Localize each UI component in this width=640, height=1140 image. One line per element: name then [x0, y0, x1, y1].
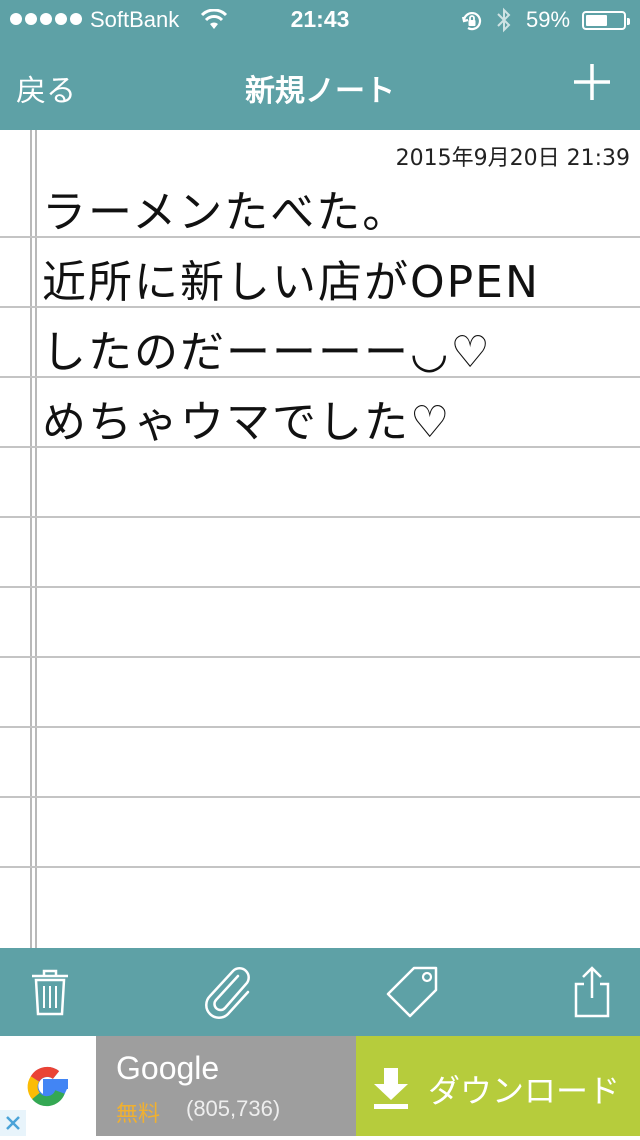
- ruled-line: [0, 516, 640, 518]
- ad-banner[interactable]: Google 無料 (805,736) ダウンロード: [0, 1036, 640, 1136]
- ruled-line: [0, 866, 640, 868]
- ad-review-count: (805,736): [186, 1096, 281, 1121]
- ad-logo[interactable]: [0, 1036, 96, 1136]
- ad-close-button[interactable]: [0, 1110, 26, 1136]
- ruled-line: [0, 586, 640, 588]
- share-icon[interactable]: [564, 964, 620, 1020]
- margin-line: [35, 130, 37, 948]
- note-line: したのだーーーー◡♡: [42, 327, 492, 378]
- note-line: 近所に新しい店がOPEN: [42, 257, 540, 308]
- note-line: ラーメンたべた。: [42, 187, 409, 238]
- trash-icon[interactable]: [22, 964, 78, 1020]
- close-icon: [6, 1116, 20, 1130]
- battery-percent: 59%: [526, 7, 571, 32]
- ruled-line: [0, 726, 640, 728]
- ruled-line: [0, 796, 640, 798]
- ad-price: 無料: [116, 1102, 161, 1127]
- ruled-line: [0, 656, 640, 658]
- tag-icon[interactable]: [384, 964, 440, 1020]
- plus-icon[interactable]: [570, 60, 614, 104]
- paperclip-icon[interactable]: [200, 964, 256, 1020]
- download-icon: [374, 1068, 408, 1109]
- ad-download-label: ダウンロード: [428, 1072, 621, 1110]
- ad-download-button[interactable]: ダウンロード: [356, 1036, 640, 1136]
- page-title: 新規ノート: [245, 74, 395, 109]
- bottom-toolbar: [0, 948, 640, 1036]
- battery-icon: [582, 11, 630, 30]
- rotation-lock-icon: [461, 12, 482, 31]
- ad-app-name: Google: [116, 1050, 220, 1086]
- bluetooth-icon: [497, 7, 511, 33]
- status-bar: SoftBank 21:43 59%: [0, 0, 640, 40]
- note-editor[interactable]: 2015年9月20日 21:39 ラーメンたべた。 近所に新しい店がOPEN し…: [0, 130, 640, 948]
- note-line: めちゃウマでした♡: [42, 397, 452, 448]
- margin-line: [30, 130, 32, 948]
- note-date: 2015年9月20日 21:39: [395, 146, 630, 171]
- navigation-bar: 戻る 新規ノート: [0, 40, 640, 130]
- ad-info[interactable]: Google 無料 (805,736): [96, 1036, 356, 1136]
